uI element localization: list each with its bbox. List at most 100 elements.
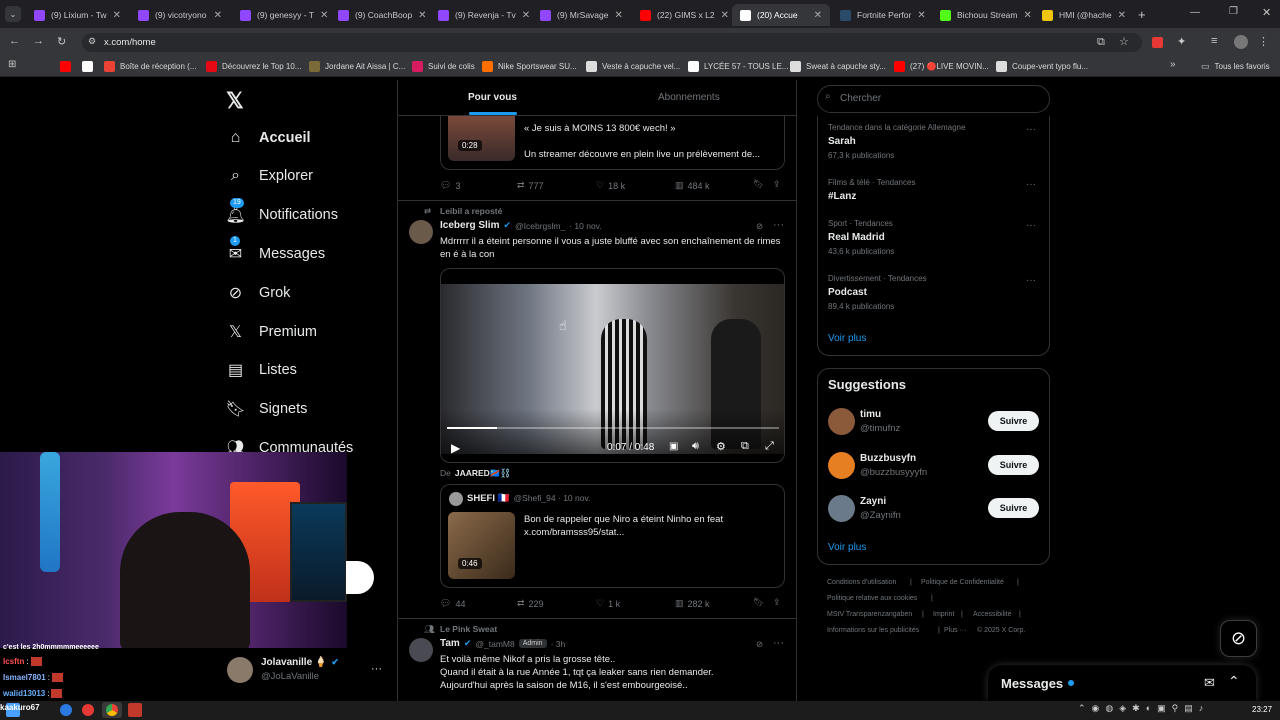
follow-button[interactable]: Suivre [988, 498, 1039, 518]
close-window-icon[interactable]: ✕ [1262, 6, 1271, 19]
footer-link[interactable]: Politique relative aux cookies [827, 595, 917, 602]
trend-more-icon[interactable]: ··· [1026, 179, 1036, 190]
footer-link[interactable]: MStV Transparenzangaben [827, 611, 912, 618]
nav-item-list[interactable]: ▤ Listes [226, 361, 297, 380]
share-button[interactable]: ⇪ [773, 179, 781, 190]
share-button[interactable]: ⇪ [773, 597, 781, 608]
nav-item-bell[interactable]: 🔔︎ 19 Notifications [225, 197, 338, 225]
apps-grid-icon[interactable]: ⊞ [8, 59, 16, 70]
nav-item-grok[interactable]: ⊘ Grok [226, 283, 291, 302]
close-tab-icon[interactable]: ✕ [320, 10, 328, 21]
author-name[interactable]: Tam [440, 638, 460, 649]
fullscreen-icon[interactable]: ⤢ [765, 440, 774, 453]
tray-icons[interactable]: ⌃◉◍◈✱◐▣⚲▤♪ [1078, 703, 1209, 714]
bookmark-item[interactable]: LYCÉE 57 - TOUS LE... [688, 58, 788, 74]
grok-float-icon[interactable]: ⊘ [1220, 620, 1257, 657]
browser-tab[interactable]: Bichouu Stream ✕ [932, 4, 1032, 26]
back-icon[interactable]: ← [9, 35, 20, 47]
nav-item-envelope[interactable]: ✉ 1 Messages [226, 236, 325, 263]
close-tab-icon[interactable]: ✕ [1118, 10, 1126, 21]
media-control-icon[interactable]: ≡ [1211, 35, 1217, 47]
trend-more-icon[interactable]: ··· [1026, 275, 1036, 286]
bookmark-item[interactable]: Coupe-vent typo flu... [996, 58, 1088, 74]
community-label[interactable]: Le Pink Sweat [440, 624, 497, 634]
volume-icon[interactable]: 🔊︎ [692, 440, 699, 453]
tab-for-you[interactable]: Pour vous [468, 92, 517, 103]
play-icon[interactable]: ▶ [451, 441, 460, 455]
trend-more-icon[interactable]: ··· [1026, 220, 1036, 231]
repost-button[interactable]: ⇄ 229 [517, 598, 544, 609]
nav-item-x-logo[interactable]: 𝕏 Premium [226, 322, 317, 341]
footer-link[interactable]: © 2025 X Corp. [977, 627, 1025, 634]
pip-icon[interactable]: ⧉ [741, 440, 749, 453]
taskbar-app-icon[interactable] [128, 703, 142, 717]
browser-tab[interactable]: (9) Revenja - Tv ✕ [430, 4, 530, 26]
bookmark-item[interactable] [82, 58, 98, 74]
tweet-date[interactable]: · 3h [551, 639, 566, 649]
bookmark-item[interactable]: Nike Sportswear SU... [482, 58, 577, 74]
post-button-fragment[interactable] [346, 561, 374, 594]
close-tab-icon[interactable]: ✕ [522, 10, 530, 21]
account-avatar[interactable] [227, 657, 253, 683]
captions-icon[interactable]: ▣ [669, 441, 678, 452]
extension-icon[interactable] [1152, 37, 1163, 48]
close-tab-icon[interactable]: ✕ [113, 10, 121, 21]
like-button[interactable]: ♡ 1 k [596, 598, 620, 609]
extensions-puzzle-icon[interactable]: ✦ [1177, 35, 1186, 48]
browser-tab[interactable]: (9) vicotryono ✕ [130, 4, 230, 26]
avatar[interactable] [828, 408, 855, 435]
trend-more-icon[interactable]: ··· [1026, 124, 1036, 135]
tweet-date[interactable]: · 10 nov. [569, 221, 601, 231]
footer-link[interactable]: Politique de Confidentialité [921, 579, 1004, 586]
restore-icon[interactable]: ❐ [1229, 6, 1238, 17]
author-handle[interactable]: @Icebrgslm_ [515, 221, 565, 231]
search-input[interactable]: Chercher [817, 85, 1050, 113]
bookmark-item[interactable]: Découvrez le Top 10... [206, 58, 301, 74]
bookmark-button[interactable]: 🔖︎ [753, 179, 764, 190]
bookmark-star-icon[interactable]: ☆ [1119, 35, 1129, 48]
expand-icon[interactable]: ⌃ [1228, 673, 1240, 690]
messages-drawer-title[interactable]: Messages [1001, 676, 1063, 691]
browser-tab[interactable]: (9) genesyy - T ✕ [232, 4, 328, 26]
trend-name[interactable]: #Lanz [828, 191, 856, 202]
more-icon[interactable]: ··· [773, 637, 784, 649]
close-tab-icon[interactable]: ✕ [615, 10, 623, 21]
avatar[interactable] [409, 220, 433, 244]
all-favorites[interactable]: ▭ Tous les favoris [1201, 58, 1270, 74]
suggestion-name[interactable]: timu [860, 409, 881, 420]
taskbar-app-icon[interactable] [82, 704, 94, 716]
browser-tab[interactable]: HMI (@hache ✕ [1034, 4, 1126, 26]
suggestion-handle[interactable]: @buzzbusyyyfn [860, 467, 927, 478]
avatar[interactable] [828, 451, 855, 479]
tab-search-icon[interactable]: ⌄ [5, 6, 21, 22]
footer-link[interactable]: Accessibilité [973, 611, 1012, 618]
bookmark-item[interactable] [60, 58, 76, 74]
nav-item-home[interactable]: ⌂ Accueil [226, 128, 311, 147]
suggestion-handle[interactable]: @timufnz [860, 423, 900, 434]
trend-name[interactable]: Sarah [828, 136, 856, 147]
close-tab-icon[interactable]: ✕ [917, 10, 925, 21]
settings-icon[interactable]: ⚙ [716, 440, 726, 453]
video-progress-track[interactable] [447, 427, 779, 429]
close-tab-icon[interactable]: ✕ [721, 10, 729, 21]
taskbar-app-icon[interactable] [60, 704, 72, 716]
author-handle[interactable]: @_tamM8 [475, 639, 514, 649]
bookmark-item[interactable]: Veste à capuche vel... [586, 58, 680, 74]
more-bookmarks-icon[interactable]: » [1170, 59, 1176, 70]
footer-link[interactable]: Conditions d'utilisation [827, 579, 896, 586]
browser-tab[interactable]: (22) GIMS x L2 ✕ [632, 4, 730, 26]
browser-tab[interactable]: (9) CoachBoop ✕ [330, 4, 428, 26]
bookmark-item[interactable]: Sweat à capuche sty... [790, 58, 886, 74]
tab-following[interactable]: Abonnements [658, 92, 720, 103]
install-app-icon[interactable]: ⧉ [1097, 36, 1105, 49]
author-name[interactable]: Iceberg Slim [440, 220, 499, 231]
repost-button[interactable]: ⇄ 777 [517, 180, 544, 191]
suggestion-handle[interactable]: @Zaynifn [860, 510, 901, 521]
suggestions-see-more[interactable]: Voir plus [828, 542, 866, 553]
close-tab-icon[interactable]: ✕ [1023, 10, 1031, 21]
account-handle[interactable]: @JoLaVanille [261, 671, 319, 682]
bookmark-button[interactable]: 🔖︎ [753, 597, 764, 608]
video-player[interactable]: ▶ 0:07 / 0:48 ▣ 🔊︎ ⚙ ⧉ ⤢ [440, 268, 785, 463]
suggestion-name[interactable]: Zayni [860, 496, 886, 507]
footer-link[interactable]: Plus ··· [944, 627, 967, 634]
